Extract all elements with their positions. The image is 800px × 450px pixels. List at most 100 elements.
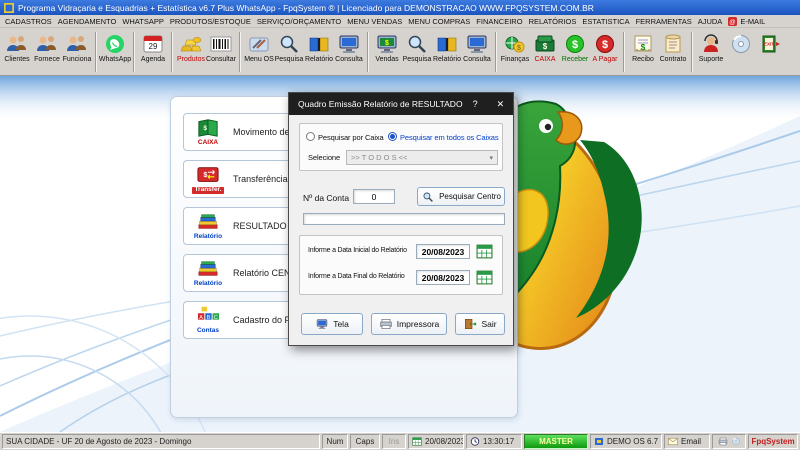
- sidebar-icon-caption: Relatório: [193, 280, 223, 288]
- toolbar-button-relatorio[interactable]: Relatório: [304, 30, 334, 64]
- toolbar-button-label: Agenda: [140, 56, 166, 63]
- radio-pesquisar-todos-caixas-label: Pesquisar em todos os Caixas: [400, 133, 499, 142]
- transfer-icon: $: [195, 164, 221, 186]
- toolbar-button-cd-icon[interactable]: [726, 30, 756, 56]
- toolbar-separator: [495, 32, 497, 72]
- toolbar-button-receber[interactable]: $ Receber: [560, 30, 590, 64]
- menu-item-financeiro[interactable]: FINANCEIRO: [473, 17, 525, 26]
- data-final-input[interactable]: 20/08/2023: [416, 270, 470, 285]
- svg-text:$: $: [543, 42, 548, 51]
- menu-item-ajuda[interactable]: AJUDA: [695, 17, 726, 26]
- menu-item-e-mail[interactable]: E-MAIL: [737, 17, 768, 26]
- toolbar-separator: [691, 32, 693, 72]
- menu-item-cadastros[interactable]: CADASTROS: [2, 17, 55, 26]
- dialog-title-bar[interactable]: Quadro Emissão Relatório de RESULTADO ? …: [289, 93, 513, 115]
- dialog-help-button[interactable]: ?: [463, 93, 488, 115]
- toolbar-button-a-pagar[interactable]: $ A Pagar: [590, 30, 620, 64]
- svg-text:$: $: [203, 125, 207, 132]
- toolbar-button-caixa[interactable]: $ CAIXA: [530, 30, 560, 64]
- whatsapp-icon: [102, 31, 128, 56]
- toolbar-button-contrato[interactable]: Contrato: [658, 30, 688, 64]
- centro-input[interactable]: [303, 213, 505, 225]
- menu-item-menu-compras[interactable]: MENU COMPRAS: [405, 17, 473, 26]
- search-icon: [276, 31, 302, 56]
- status-email-label: Email: [681, 437, 702, 446]
- radio-pesquisar-todos-caixas[interactable]: [388, 132, 397, 141]
- toolbar-button-suporte[interactable]: Suporte: [696, 30, 726, 64]
- cd-icon[interactable]: [731, 437, 741, 446]
- status-email-button[interactable]: Email: [664, 434, 710, 449]
- toolbar-separator: [367, 32, 369, 72]
- status-version: DEMO OS 6.7: [590, 434, 662, 449]
- toolbar-button-whatsapp[interactable]: WhatsApp: [99, 30, 131, 64]
- calendar-picker-icon[interactable]: [476, 244, 493, 259]
- report-stack-icon: [195, 211, 221, 233]
- toolbar-button-label: Vendas: [375, 56, 399, 63]
- toolbar-button-menu-os[interactable]: Menu OS: [244, 30, 274, 64]
- toolbar-button-label: Suporte: [698, 56, 724, 63]
- menu-item-whatsapp[interactable]: WHATSAPP: [119, 17, 167, 26]
- tela-button[interactable]: Tela: [301, 313, 363, 335]
- report-icon: [306, 31, 332, 56]
- status-quick-icons[interactable]: [712, 434, 746, 449]
- calendar-mini-icon: [412, 437, 422, 446]
- toolbar-button-consulta[interactable]: Consulta: [334, 30, 364, 64]
- exit-door-icon: [463, 318, 477, 330]
- data-inicial-input[interactable]: 20/08/2023: [416, 244, 470, 259]
- sale-monitor-icon: $: [374, 31, 400, 56]
- toolbar-button-pesquisa[interactable]: Pesquisa: [402, 30, 432, 64]
- dialog-close-button[interactable]: ✕: [488, 93, 513, 115]
- toolbar-button-consultar[interactable]: Consultar: [206, 30, 236, 64]
- toolbar-button-vendas[interactable]: $ Vendas: [372, 30, 402, 64]
- toolbar-button-financas[interactable]: $ Finanças: [500, 30, 530, 64]
- search-icon: [404, 31, 430, 56]
- menu-item-estatistica[interactable]: ESTATISTICA: [579, 17, 632, 26]
- toolbar-button-clientes[interactable]: Clientes: [2, 30, 32, 64]
- toolbar-button-produtos[interactable]: Produtos: [176, 30, 206, 64]
- toolbar-button-consulta[interactable]: Consulta: [462, 30, 492, 64]
- svg-text:$: $: [572, 39, 578, 51]
- envelope-icon: [668, 437, 678, 446]
- toolbar-button-label: Pesquisa: [402, 56, 432, 63]
- data-inicial-label: Informe a Data Inicial do Relatório: [308, 247, 407, 254]
- toolbar-button-relatorio[interactable]: Relatório: [432, 30, 462, 64]
- toolbar-button-fornece[interactable]: Fornece: [32, 30, 62, 64]
- clock-icon: [470, 437, 480, 446]
- sair-button[interactable]: Sair: [455, 313, 505, 335]
- menu-item-relatorios[interactable]: RELATÓRIOS: [526, 17, 580, 26]
- data-final-label: Informe a Data Final do Relatório: [308, 273, 405, 280]
- menu-item-menu-vendas[interactable]: MENU VENDAS: [344, 17, 405, 26]
- sidebar-button-icon: Relatório: [190, 211, 226, 241]
- toolbar-button-recibo[interactable]: $ Recibo: [628, 30, 658, 64]
- dollar-green-icon: $: [562, 31, 588, 56]
- printer-icon[interactable]: [718, 437, 728, 446]
- toolbar-button-agenda[interactable]: 29 Agenda: [138, 30, 168, 64]
- dialog-emissao-relatorio: Quadro Emissão Relatório de RESULTADO ? …: [288, 92, 514, 346]
- menu-item-agendamento[interactable]: AGENDAMENTO: [55, 17, 120, 26]
- toolbar-button-label: Receber: [561, 56, 589, 63]
- chip-icon: [594, 437, 604, 446]
- toolbar-button-funciona[interactable]: Funciona: [62, 30, 92, 64]
- toolbar-button-label: Funciona: [62, 56, 92, 63]
- pesquisar-centro-button[interactable]: Pesquisar Centro: [417, 187, 505, 206]
- tela-button-label: Tela: [333, 319, 349, 329]
- menu-item-ferramentas[interactable]: FERRAMENTAS: [633, 17, 695, 26]
- impressora-button[interactable]: Impressora: [371, 313, 447, 335]
- email-menu-icon: @: [728, 16, 738, 26]
- sidebar-icon-caption: Contas: [196, 327, 220, 335]
- menu-item-servico-orcamento[interactable]: SERVIÇO/ORÇAMENTO: [254, 17, 344, 26]
- menu-bar: CADASTROS AGENDAMENTO WHATSAPP PRODUTOS/EST…: [0, 15, 800, 28]
- status-date-value: 20/08/2023: [425, 437, 464, 446]
- status-user-badge: MASTER: [524, 434, 588, 449]
- menu-item-produtos-estoque[interactable]: PRODUTOS/ESTOQUE: [167, 17, 254, 26]
- radio-pesquisar-por-caixa[interactable]: [306, 132, 315, 141]
- conta-input[interactable]: 0: [353, 189, 395, 204]
- calendar-picker-icon[interactable]: [476, 270, 493, 285]
- toolbar-button-pesquisa[interactable]: Pesquisa: [274, 30, 304, 64]
- pesquisar-centro-label: Pesquisar Centro: [439, 192, 501, 201]
- caixa-select[interactable]: >> T O D O S << ▾: [346, 150, 498, 165]
- toolbar-button-exit-icon[interactable]: EXIT: [756, 30, 786, 56]
- contract-icon: [660, 31, 686, 56]
- status-num-lock: Num: [322, 434, 348, 449]
- toolbar-button-label: Clientes: [4, 56, 30, 63]
